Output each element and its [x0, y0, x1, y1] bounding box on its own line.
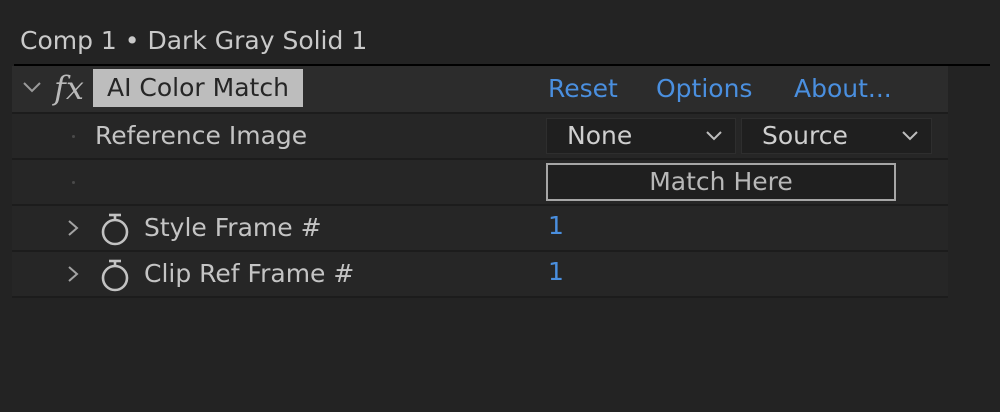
- fx-icon[interactable]: fx: [54, 68, 84, 108]
- reference-layer-dropdown[interactable]: None: [546, 118, 736, 154]
- match-here-button[interactable]: Match Here: [546, 163, 896, 201]
- style-frame-row: Style Frame # 1: [12, 206, 948, 252]
- effect-name[interactable]: AI Color Match: [93, 69, 303, 107]
- reference-image-row: Reference Image None Source: [12, 114, 948, 160]
- reset-link[interactable]: Reset: [548, 66, 618, 112]
- panel-title: Comp 1 • Dark Gray Solid 1: [20, 26, 368, 55]
- stopwatch-icon[interactable]: [98, 257, 132, 293]
- reference-layer-value: None: [567, 121, 633, 150]
- chevron-right-icon[interactable]: [64, 263, 82, 285]
- match-here-row: Match Here: [12, 160, 948, 206]
- stopwatch-icon[interactable]: [98, 211, 132, 247]
- row-bullet: [72, 135, 75, 138]
- clip-ref-frame-row: Clip Ref Frame # 1: [12, 252, 948, 298]
- chevron-down-icon: [902, 131, 918, 141]
- reference-source-value: Source: [762, 121, 848, 150]
- reference-source-dropdown[interactable]: Source: [741, 118, 932, 154]
- reference-image-label: Reference Image: [95, 121, 308, 150]
- chevron-down-icon: [706, 131, 722, 141]
- clip-ref-frame-value[interactable]: 1: [548, 252, 564, 292]
- effect-controls-list: fx AI Color Match Reset Options About...…: [12, 66, 948, 298]
- options-link[interactable]: Options: [656, 66, 752, 112]
- twirl-down-icon[interactable]: [20, 75, 44, 99]
- chevron-right-icon[interactable]: [64, 217, 82, 239]
- about-link[interactable]: About...: [794, 66, 892, 112]
- effect-header-row: fx AI Color Match Reset Options About...: [12, 66, 948, 114]
- clip-ref-frame-label: Clip Ref Frame #: [144, 259, 355, 288]
- style-frame-label: Style Frame #: [144, 213, 322, 242]
- style-frame-value[interactable]: 1: [548, 206, 564, 246]
- row-bullet: [72, 181, 75, 184]
